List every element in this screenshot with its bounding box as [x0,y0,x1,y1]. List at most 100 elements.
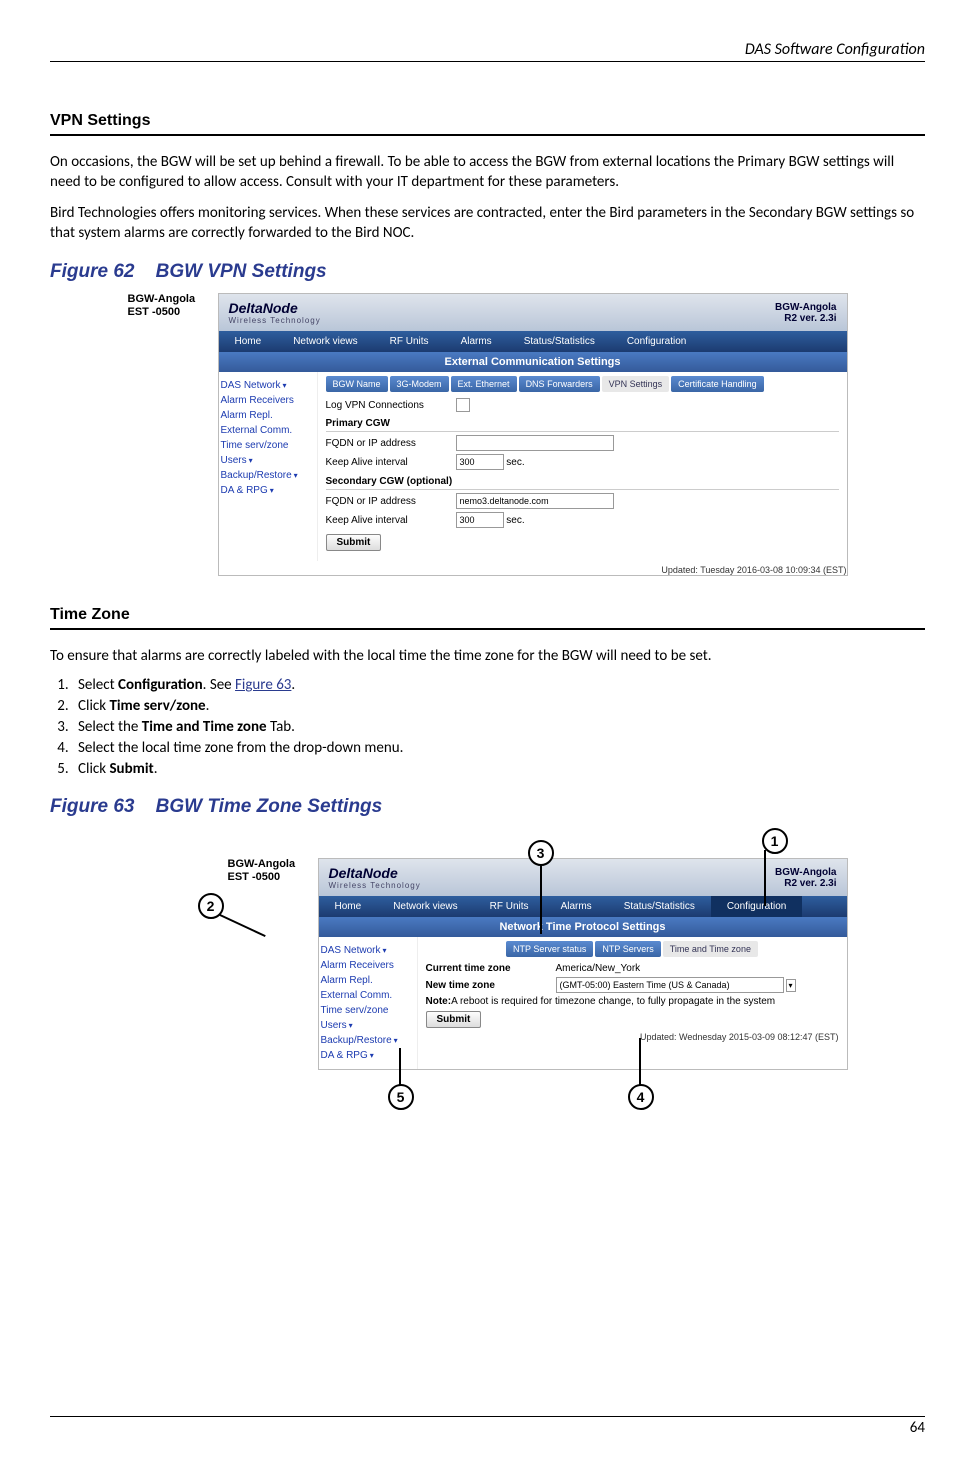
primary-cgw-heading: Primary CGW [326,418,839,432]
current-tz-value: America/New_York [556,963,641,974]
nav63-home[interactable]: Home [319,896,378,917]
figure-63-screenshot: 1 3 2 4 5 BGW-Angola EST -0500 DeltaNode… [128,828,848,1120]
brand-sub-63: Wireless Technology [329,881,421,890]
callout-4: 4 [628,1084,654,1110]
link-figure-63[interactable]: Figure 63 [235,676,291,694]
sidebar-item-da-rpg[interactable]: DA & RPG [221,483,313,498]
sidebar-item-users[interactable]: Users [221,453,313,468]
subtab-3g-modem[interactable]: 3G-Modem [390,376,449,392]
sidebar-item-alarm-receivers[interactable]: Alarm Receivers [221,393,313,408]
secondary-keepalive-label: Keep Alive interval [326,515,456,526]
unit-version-63: R2 ver. 2.3i [784,878,836,889]
nav-configuration[interactable]: Configuration [611,331,702,352]
subtab-dns-forwarders[interactable]: DNS Forwarders [519,376,600,392]
step-1: Select Configuration. See Figure 63. [72,676,925,694]
submit-button-63[interactable]: Submit [426,1011,482,1028]
subtab63-ntp-servers[interactable]: NTP Servers [595,941,660,957]
subtab63-ntp-status[interactable]: NTP Server status [506,941,593,957]
updated-timestamp-63: Updated: Wednesday 2015-03-09 08:12:47 (… [426,1032,839,1042]
subtab-certificate-handling[interactable]: Certificate Handling [671,376,764,392]
new-tz-label: New time zone [426,980,556,991]
device-name-label-63: BGW-Angola [228,858,296,870]
tz-intro: To ensure that alarms are correctly labe… [50,646,925,666]
step-3: Select the Time and Time zone Tab. [72,718,925,736]
primary-fqdn-input[interactable] [456,435,614,451]
heading-vpn-settings: VPN Settings [50,112,925,136]
figure-63-title: BGW Time Zone Settings [156,796,383,817]
primary-fqdn-label: FQDN or IP address [326,438,456,449]
step-5: Click Submit. [72,760,925,778]
primary-keepalive-unit: sec. [506,457,524,468]
brand-sub: Wireless Technology [229,316,321,325]
new-tz-dropdown[interactable]: (GMT-05:00) Eastern Time (US & Canada) [556,977,784,993]
note-label: Note: [426,996,452,1007]
device-name-label: BGW-Angola [128,293,196,305]
sidebar-item-external-comm[interactable]: External Comm. [221,423,313,438]
figure-62-caption: Figure 62 BGW VPN Settings [50,261,925,283]
step-2: Click Time serv/zone. [72,697,925,715]
side63-users[interactable]: Users [321,1018,413,1033]
side63-alarm-repl[interactable]: Alarm Repl. [321,973,413,988]
nav63-configuration[interactable]: Configuration [711,896,802,917]
brand-bar-63: DeltaNode Wireless Technology BGW-Angola… [319,859,847,896]
primary-keepalive-input[interactable]: 300 [456,454,504,470]
note-text: A reboot is required for timezone change… [451,996,775,1007]
callout-3: 3 [528,840,554,866]
brand-bar: DeltaNode Wireless Technology BGW-Angola… [219,294,847,331]
callout-5: 5 [388,1084,414,1110]
vpn-paragraph-1: On occasions, the BGW will be set up beh… [50,152,925,193]
submit-button[interactable]: Submit [326,534,382,551]
figure-63-prefix: Figure 63 [50,796,134,817]
nav63-network-views[interactable]: Network views [377,896,473,917]
secondary-fqdn-label: FQDN or IP address [326,496,456,507]
current-tz-label: Current time zone [426,963,556,974]
subtab-ext-ethernet[interactable]: Ext. Ethernet [451,376,517,392]
side63-time-serv-zone[interactable]: Time serv/zone [321,1003,413,1018]
figure-62-prefix: Figure 62 [50,261,134,282]
running-header: DAS Software Configuration [50,40,925,62]
primary-keepalive-label: Keep Alive interval [326,457,456,468]
nav63-rf-units[interactable]: RF Units [474,896,545,917]
step-4: Select the local time zone from the drop… [72,739,925,757]
side63-alarm-receivers[interactable]: Alarm Receivers [321,958,413,973]
unit-version: R2 ver. 2.3i [784,313,836,324]
secondary-fqdn-input[interactable]: nemo3.deltanode.com [456,493,614,509]
figure-63-caption: Figure 63 BGW Time Zone Settings [50,796,925,818]
brand-name-63: DeltaNode [329,865,398,881]
updated-timestamp-62: Updated: Tuesday 2016-03-08 10:09:34 (ES… [219,565,847,575]
nav-status-statistics[interactable]: Status/Statistics [508,331,611,352]
sidebar-item-alarm-repl[interactable]: Alarm Repl. [221,408,313,423]
log-vpn-checkbox[interactable] [456,398,470,412]
sidebar-item-das-network[interactable]: DAS Network [221,378,313,393]
side63-external-comm[interactable]: External Comm. [321,988,413,1003]
figure-62-screenshot: BGW-Angola EST -0500 DeltaNode Wireless … [128,293,848,576]
secondary-keepalive-input[interactable]: 300 [456,512,504,528]
nav-alarms[interactable]: Alarms [445,331,508,352]
sidebar-item-backup-restore[interactable]: Backup/Restore [221,468,313,483]
sidebar-item-time-serv-zone[interactable]: Time serv/zone [221,438,313,453]
subtab-vpn-settings[interactable]: VPN Settings [602,376,670,392]
page-number: 64 [50,1416,925,1437]
log-vpn-label: Log VPN Connections [326,400,456,411]
sidebar: DAS Network Alarm Receivers Alarm Repl. … [219,372,318,561]
nav-network-views[interactable]: Network views [277,331,373,352]
side63-das-network[interactable]: DAS Network [321,943,413,958]
heading-time-zone: Time Zone [50,606,925,630]
secondary-keepalive-unit: sec. [506,515,524,526]
unit-title-63: BGW-Angola [775,867,836,878]
secondary-cgw-heading: Secondary CGW (optional) [326,476,839,490]
nav-rf-units[interactable]: RF Units [374,331,445,352]
nav63-status-statistics[interactable]: Status/Statistics [608,896,711,917]
nav-home[interactable]: Home [219,331,278,352]
panel-title-ntp: Network Time Protocol Settings [319,917,847,937]
side63-backup-restore[interactable]: Backup/Restore [321,1033,413,1048]
subtab63-time-and-zone[interactable]: Time and Time zone [663,941,758,957]
main-nav: Home Network views RF Units Alarms Statu… [219,331,847,352]
chevron-down-icon[interactable]: ▾ [786,979,796,992]
figure-62-title: BGW VPN Settings [156,261,327,282]
nav63-alarms[interactable]: Alarms [545,896,608,917]
callout-2: 2 [198,893,224,919]
subtab-bgw-name[interactable]: BGW Name [326,376,388,392]
unit-title: BGW-Angola [775,302,836,313]
device-tz-label-63: EST -0500 [228,871,281,883]
